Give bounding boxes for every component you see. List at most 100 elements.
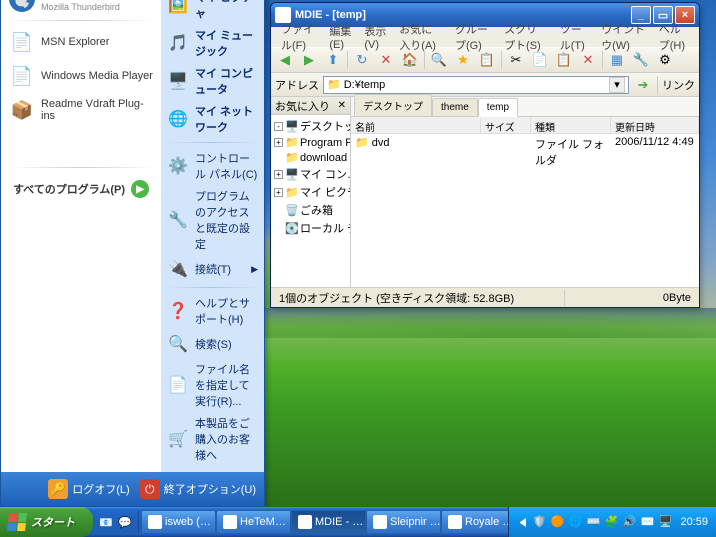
tray-icon[interactable]: ⌨️ — [586, 515, 601, 530]
favorites-icon[interactable]: ★ — [453, 50, 473, 70]
view-icon[interactable]: ▦ — [607, 50, 627, 70]
task-button[interactable]: HeTeM… — [216, 510, 291, 534]
tray-icon[interactable]: ✉️ — [640, 515, 655, 530]
logoff-button[interactable]: 🔑 ログオフ(L) — [48, 479, 129, 499]
tool-icon[interactable]: 🔧 — [631, 50, 651, 70]
statusbar: 1個のオブジェクト (空きディスク領域: 52.8GB) 0Byte — [271, 287, 699, 307]
forward-button[interactable]: ▶ — [299, 50, 319, 70]
history-icon[interactable]: 📋 — [477, 50, 497, 70]
tree-item[interactable]: 🗑️ごみ箱 — [271, 201, 350, 219]
clock[interactable]: 20:59 — [680, 516, 708, 528]
copy-icon[interactable]: 📄 — [530, 50, 550, 70]
start-footer: 🔑 ログオフ(L) ⏻ 終了オプション(U) — [1, 472, 264, 506]
tray-icon[interactable]: 🛡️ — [532, 515, 547, 530]
cut-icon[interactable]: ✂ — [506, 50, 526, 70]
back-button[interactable]: ◀ — [275, 50, 295, 70]
start-button[interactable]: スタート — [0, 507, 93, 537]
folder-icon: 📁 — [285, 186, 298, 199]
ql-icon[interactable]: 💬 — [116, 511, 134, 533]
app-icon: 📄 — [9, 63, 35, 89]
tree-item[interactable]: +📁Program Files — [271, 135, 350, 150]
tray-icon[interactable]: 🌐 — [568, 515, 583, 530]
start-item[interactable]: 🔧プログラムのアクセスと既定の設定 — [163, 185, 262, 255]
task-button[interactable]: isweb (… — [141, 510, 216, 534]
task-icon — [223, 515, 237, 529]
col-name[interactable]: 名前 — [351, 117, 481, 133]
mdie-window: MDIE - [temp] _ ▭ × ファイル(F)編集(E)表示(V)お気に… — [270, 2, 700, 308]
go-button[interactable]: ➔ — [633, 75, 653, 95]
task-button[interactable]: Royale … — [441, 510, 508, 534]
folder-icon: 🗑️ — [285, 204, 298, 217]
delete-icon[interactable]: ✕ — [578, 50, 598, 70]
list-item[interactable]: 📁 dvdファイル フォルダ2006/11/12 4:49 — [351, 134, 699, 170]
start-item[interactable]: 🖥️マイ コンピュータ — [163, 62, 262, 100]
shutdown-button[interactable]: ⏻ 終了オプション(U) — [140, 479, 256, 499]
tray-icon[interactable]: 🖥️ — [658, 515, 673, 530]
paste-icon[interactable]: 📋 — [554, 50, 574, 70]
windows-logo-icon — [7, 513, 27, 531]
stop-icon[interactable]: ✕ — [376, 50, 396, 70]
address-input[interactable]: 📁 D:¥temp ▾ — [323, 76, 629, 94]
app-icon: 📄 — [9, 29, 35, 55]
favorites-panel: お気に入り ✕ -🖥️デスクトップ+📁Program Files📁downloa… — [271, 97, 351, 287]
start-item[interactable]: 📦Readme Vdraft Plug-ins — [3, 93, 159, 127]
start-item[interactable]: 📄Windows Media Player — [3, 59, 159, 93]
menu-item[interactable]: 表示(V) — [358, 21, 393, 53]
list-header: 名前 サイズ 種類 更新日時 — [351, 117, 699, 134]
col-date[interactable]: 更新日時 — [611, 117, 699, 133]
tab-bar: デスクトップthemetemp — [351, 97, 699, 117]
dropdown-icon[interactable]: ▾ — [609, 77, 625, 93]
start-item[interactable]: 📄ファイル名を指定して実行(R)... — [163, 358, 262, 412]
close-panel-icon[interactable]: ✕ — [338, 100, 346, 111]
menu-item[interactable]: 編集(E) — [323, 21, 358, 53]
tree-item[interactable]: -🖥️デスクトップ — [271, 117, 350, 135]
tree-item[interactable]: +📁マイ ピクチャ — [271, 183, 350, 201]
app-icon: 📦 — [9, 97, 35, 123]
start-item[interactable]: 📄MSN Explorer — [3, 25, 159, 59]
item-icon: 📄 — [167, 374, 189, 396]
start-item[interactable]: ❓ヘルプとサポート(H) — [163, 292, 262, 330]
col-size[interactable]: サイズ — [481, 117, 531, 133]
expand-icon[interactable]: + — [274, 170, 283, 179]
task-buttons: isweb (…HeTeM…MDIE - …Sleipnir …Royale …… — [139, 507, 508, 537]
tab[interactable]: temp — [478, 98, 518, 117]
task-button[interactable]: MDIE - … — [291, 510, 366, 534]
ql-icon[interactable]: 📧 — [97, 511, 115, 533]
favorites-header: お気に入り ✕ — [271, 97, 350, 115]
start-item[interactable]: ⚙️コントロール パネル(C) — [163, 147, 262, 185]
start-item[interactable]: 🌐マイ ネットワーク — [163, 100, 262, 138]
start-item[interactable]: 🕊️電子メールMozilla Thunderbird — [3, 0, 159, 16]
tree-item[interactable]: 💽ローカル ディス… — [271, 219, 350, 237]
tree-item[interactable]: 📁download — [271, 150, 350, 165]
tray-icon[interactable]: 🟠 — [550, 515, 565, 530]
quicklaunch: 📧 💬 — [93, 511, 139, 533]
taskbar: スタート 📧 💬 isweb (…HeTeM…MDIE - …Sleipnir … — [0, 507, 716, 537]
start-item[interactable]: 🛒本製品をご購入のお客様へ — [163, 412, 262, 466]
tray-icon[interactable]: 🧩 — [604, 515, 619, 530]
start-item[interactable]: 🔌接続(T)▶ — [163, 255, 262, 283]
task-button[interactable]: Sleipnir … — [366, 510, 441, 534]
tray-expand-icon[interactable] — [517, 518, 526, 527]
start-item[interactable]: 🔍検索(S) — [163, 330, 262, 358]
tab[interactable]: theme — [432, 98, 478, 116]
tray-icon[interactable]: 🔊 — [622, 515, 637, 530]
task-icon — [373, 515, 387, 529]
up-button[interactable]: ⬆ — [323, 50, 343, 70]
gear-icon[interactable]: ⚙ — [655, 50, 675, 70]
folder-icon: 🖥️ — [285, 120, 298, 133]
tree-item[interactable]: +🖥️マイ コン… — [271, 165, 350, 183]
all-programs[interactable]: すべてのプログラム(P)▶ — [3, 172, 159, 206]
expand-icon[interactable]: + — [274, 138, 283, 147]
tab[interactable]: デスクトップ — [354, 94, 432, 116]
toolbar: ◀ ▶ ⬆ ↻ ✕ 🏠 🔍 ★ 📋 ✂ 📄 📋 ✕ ▦ 🔧 ⚙ — [271, 47, 699, 73]
refresh-icon[interactable]: ↻ — [352, 50, 372, 70]
address-label: アドレス — [275, 77, 319, 93]
expand-icon[interactable]: - — [274, 122, 283, 131]
task-icon — [148, 515, 162, 529]
home-icon[interactable]: 🏠 — [400, 50, 420, 70]
search-icon[interactable]: 🔍 — [429, 50, 449, 70]
col-type[interactable]: 種類 — [531, 117, 611, 133]
start-item[interactable]: 🖼️マイ ピクチャ — [163, 0, 262, 24]
start-item[interactable]: 🎵マイ ミュージック — [163, 24, 262, 62]
expand-icon[interactable]: + — [274, 188, 283, 197]
